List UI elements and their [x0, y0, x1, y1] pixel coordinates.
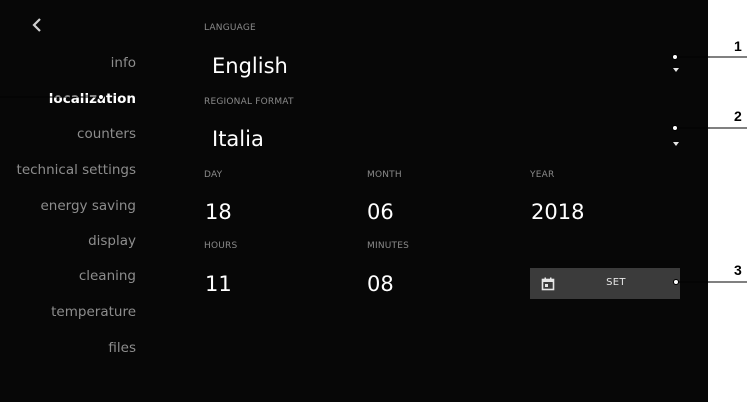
sidebar-item-display[interactable]: display	[88, 233, 136, 249]
minutes-label: MINUTES	[367, 241, 410, 251]
month-value[interactable]: 06	[367, 200, 394, 224]
callout-number-1: 1	[734, 38, 742, 54]
settings-screen: info localization counters technical set…	[0, 0, 708, 402]
month-label: MONTH	[367, 170, 402, 180]
year-label: YEAR	[530, 170, 555, 180]
sidebar-item-info[interactable]: info	[111, 55, 136, 71]
language-label: LANGUAGE	[204, 23, 256, 33]
regional-format-label: REGIONAL FORMAT	[204, 97, 294, 107]
sidebar-item-energy-saving[interactable]: energy saving	[40, 198, 136, 214]
callout-number-2: 2	[734, 108, 742, 124]
hours-value[interactable]: 11	[205, 272, 232, 296]
regional-format-dropdown-icon[interactable]	[670, 134, 682, 146]
day-value[interactable]: 18	[205, 200, 232, 224]
sidebar-item-temperature[interactable]: temperature	[51, 304, 136, 320]
back-chevron-icon[interactable]	[30, 16, 44, 34]
regional-format-value[interactable]: Italia	[212, 127, 264, 151]
minutes-value[interactable]: 08	[367, 272, 394, 296]
year-value[interactable]: 2018	[531, 200, 584, 224]
language-value[interactable]: English	[212, 54, 288, 78]
day-label: DAY	[204, 170, 223, 180]
language-dropdown-icon[interactable]	[670, 60, 682, 72]
sidebar-item-counters[interactable]: counters	[77, 126, 136, 142]
sidebar-item-files[interactable]: files	[108, 340, 136, 356]
sidebar-item-localization[interactable]: localization	[49, 91, 136, 107]
hours-label: HOURS	[204, 241, 238, 251]
sidebar-item-technical-settings[interactable]: technical settings	[17, 162, 136, 178]
sidebar-item-cleaning[interactable]: cleaning	[79, 268, 136, 284]
callout-number-3: 3	[734, 262, 742, 278]
set-button-label: SET	[606, 277, 626, 288]
set-datetime-button[interactable]: SET	[530, 268, 680, 299]
